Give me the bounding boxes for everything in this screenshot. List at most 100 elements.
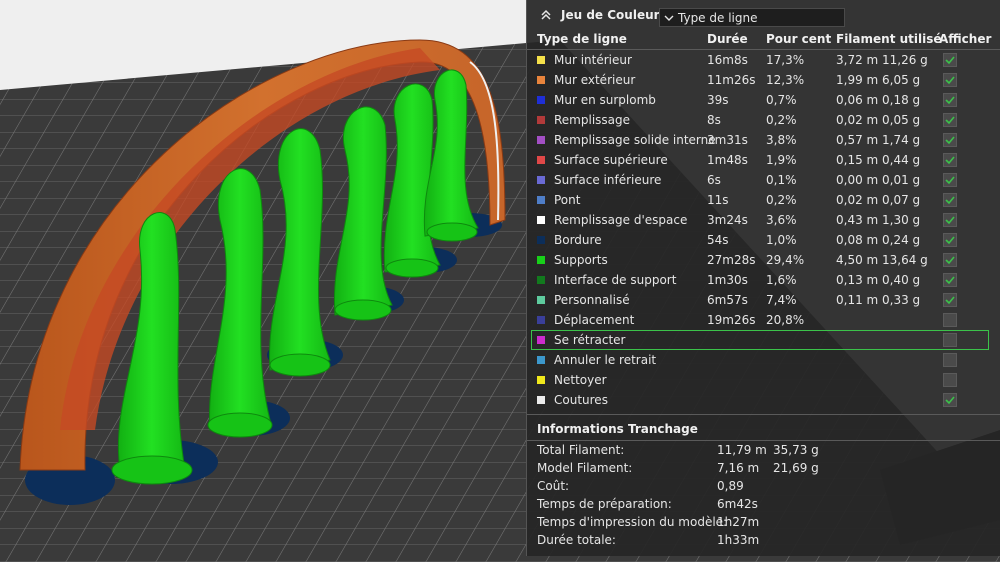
info-row: Durée totale: 1h33m [527, 532, 1000, 550]
show-checkbox[interactable] [943, 393, 957, 407]
percent-cell: 20,8% [766, 313, 805, 327]
color-swatch [537, 136, 545, 144]
info-label-text: Temps d'impression du modèle: [537, 515, 728, 529]
color-swatch [537, 236, 545, 244]
duration-cell: 1m30s [707, 273, 748, 287]
table-row[interactable]: Mur en surplomb 39s 0,7% 0,06 m 0,18 g [527, 90, 1000, 110]
info-label-text: Coût: [537, 479, 570, 493]
percent-cell: 1,9% [766, 153, 797, 167]
table-row[interactable]: Remplissage solide interne 3m31s 3,8% 0,57 … [527, 130, 1000, 150]
filament-length-cell: 0,02 m [836, 193, 879, 207]
duration-cell: 6s [707, 173, 721, 187]
color-scheme-select[interactable]: Type de ligne [659, 8, 845, 27]
checkmark-icon [945, 236, 955, 245]
line-type-name: Coutures [554, 393, 608, 407]
line-type-name: Déplacement [554, 313, 635, 327]
show-checkbox[interactable] [943, 133, 957, 147]
percent-cell: 3,6% [766, 213, 797, 227]
checkmark-icon [945, 156, 955, 165]
info-label-text: Total Filament: [537, 443, 625, 457]
color-swatch [537, 316, 545, 324]
show-checkbox[interactable] [943, 233, 957, 247]
show-checkbox[interactable] [943, 173, 957, 187]
info-v2-text: 35,73 g [773, 443, 819, 457]
line-type-name: Mur extérieur [554, 73, 636, 87]
show-checkbox[interactable] [943, 93, 957, 107]
info-v1-text: 7,16 m [717, 461, 760, 475]
table-row[interactable]: Pont 11s 0,2% 0,02 m 0,07 g [527, 190, 1000, 210]
percent-cell: 7,4% [766, 293, 797, 307]
color-swatch [537, 96, 545, 104]
color-swatch [537, 376, 545, 384]
panel-title: Jeu de Couleur [561, 8, 660, 22]
info-title: Informations Tranchage [537, 422, 698, 436]
show-checkbox[interactable] [943, 333, 957, 347]
show-checkbox[interactable] [943, 293, 957, 307]
table-row[interactable]: Annuler le retrait [527, 350, 1000, 370]
column-show: Afficher [939, 32, 992, 46]
show-checkbox[interactable] [943, 253, 957, 267]
column-duration: Durée [707, 32, 748, 46]
percent-cell: 17,3% [766, 53, 805, 67]
info-v2-text: 21,69 g [773, 461, 819, 475]
show-checkbox[interactable] [943, 73, 957, 87]
show-checkbox[interactable] [943, 53, 957, 67]
chevron-up-double-icon[interactable] [535, 4, 557, 26]
checkmark-icon [945, 96, 955, 105]
percent-cell: 0,1% [766, 173, 797, 187]
color-swatch [537, 156, 545, 164]
info-label-text: Model Filament: [537, 461, 633, 475]
table-row[interactable]: Mur intérieur 16m8s 17,3% 3,72 m 11,26 g [527, 50, 1000, 70]
color-swatch [537, 336, 545, 344]
table-row[interactable]: Nettoyer [527, 370, 1000, 390]
filament-length-cell: 3,72 m [836, 53, 879, 67]
info-v1-text: 6m42s [717, 497, 758, 511]
line-type-name: Surface supérieure [554, 153, 668, 167]
filament-weight-cell: 0,07 g [882, 193, 921, 207]
show-checkbox[interactable] [943, 113, 957, 127]
table-row[interactable]: Surface supérieure 1m48s 1,9% 0,15 m 0,44 g [527, 150, 1000, 170]
filament-length-cell: 0,15 m [836, 153, 879, 167]
info-label-text: Temps de préparation: [537, 497, 672, 511]
checkmark-icon [945, 296, 955, 305]
color-swatch [537, 396, 545, 404]
table-row[interactable]: Coutures [527, 390, 1000, 410]
filament-weight-cell: 0,18 g [882, 93, 921, 107]
show-checkbox[interactable] [943, 213, 957, 227]
info-v1-text: 11,79 m [717, 443, 767, 457]
table-row[interactable]: Déplacement 19m26s 20,8% [527, 310, 1000, 330]
percent-cell: 1,0% [766, 233, 797, 247]
filament-weight-cell: 0,05 g [882, 113, 921, 127]
duration-cell: 11s [707, 193, 729, 207]
info-v1-text: 0,89 [717, 479, 744, 493]
checkmark-icon [945, 216, 955, 225]
show-checkbox[interactable] [943, 313, 957, 327]
duration-cell: 19m26s [707, 313, 756, 327]
show-checkbox[interactable] [943, 153, 957, 167]
table-row[interactable]: Surface inférieure 6s 0,1% 0,00 m 0,01 g [527, 170, 1000, 190]
color-swatch [537, 116, 545, 124]
table-row[interactable]: Interface de support 1m30s 1,6% 0,13 m 0,40 … [527, 270, 1000, 290]
filament-weight-cell: 0,40 g [882, 273, 921, 287]
show-checkbox[interactable] [943, 273, 957, 287]
table-row[interactable]: Supports 27m28s 29,4% 4,50 m 13,64 g [527, 250, 1000, 270]
table-row[interactable]: Personnalisé 6m57s 7,4% 0,11 m 0,33 g [527, 290, 1000, 310]
table-row[interactable]: Bordure 54s 1,0% 0,08 m 0,24 g [527, 230, 1000, 250]
color-swatch [537, 76, 545, 84]
line-type-name: Remplissage solide interne [554, 133, 716, 147]
duration-cell: 16m8s [707, 53, 748, 67]
show-checkbox[interactable] [943, 353, 957, 367]
column-percent: Pour cent [766, 32, 832, 46]
show-checkbox[interactable] [943, 193, 957, 207]
select-value: Type de ligne [678, 10, 758, 25]
show-checkbox[interactable] [943, 373, 957, 387]
line-type-name: Interface de support [554, 273, 677, 287]
checkmark-icon [945, 196, 955, 205]
filament-weight-cell: 0,01 g [882, 173, 921, 187]
table-row[interactable]: Mur extérieur 11m26s 12,3% 1,99 m 6,05 g [527, 70, 1000, 90]
table-row[interactable]: Se rétracter [531, 330, 989, 350]
filament-length-cell: 0,43 m [836, 213, 879, 227]
table-row[interactable]: Remplissage 8s 0,2% 0,02 m 0,05 g [527, 110, 1000, 130]
table-row[interactable]: Remplissage d'espace 3m24s 3,6% 0,43 m 1,30 … [527, 210, 1000, 230]
filament-length-cell: 0,57 m [836, 133, 879, 147]
